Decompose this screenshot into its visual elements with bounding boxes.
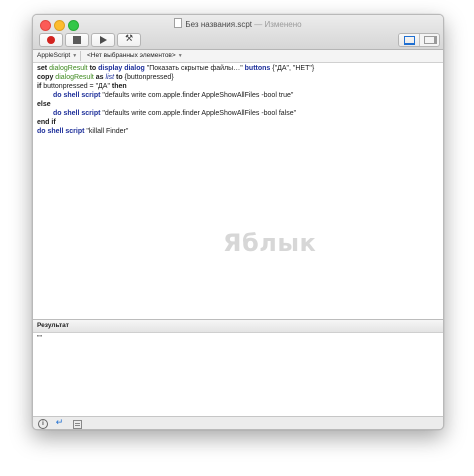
- play-icon: [100, 36, 107, 44]
- string-literal: "Показать скрытые файлы…": [146, 65, 243, 72]
- result-title: Результат: [37, 322, 69, 329]
- string-literal: "defaults write com.apple.finder AppleSh…: [102, 110, 297, 117]
- command-do-shell-script: do shell script: [37, 128, 85, 135]
- sidebar-view-button[interactable]: [420, 34, 439, 46]
- code-line-2: copy dialogResult as list to {buttonpres…: [37, 74, 174, 83]
- reply-icon[interactable]: ↵: [55, 418, 64, 427]
- string-literal: "killall Finder": [86, 128, 129, 135]
- string-literal: "defaults write com.apple.finder AppleSh…: [102, 92, 294, 99]
- variable-dialogresult: dialogResult: [55, 74, 94, 81]
- code-line-3: if buttonpressed = "ДА" then: [37, 83, 127, 92]
- navbar-divider: [80, 51, 81, 61]
- watermark-logo: Яблык: [223, 229, 317, 257]
- condition: buttonpressed = "ДА": [43, 83, 110, 90]
- keyword-end-if: end if: [37, 119, 56, 126]
- code-line-5: else: [37, 101, 51, 110]
- keyword-copy: copy: [37, 74, 54, 81]
- document-name: Без названия.scpt: [185, 20, 252, 29]
- result-value: "": [37, 335, 42, 342]
- language-label: AppleScript: [37, 52, 71, 59]
- command-display-dialog: display dialog: [98, 65, 145, 72]
- language-selector[interactable]: AppleScript ▼: [37, 52, 77, 59]
- element-selector[interactable]: <Нет выбранных элементов> ▼: [87, 52, 183, 59]
- list-literal: {"ДА", "НЕТ"}: [272, 65, 315, 72]
- result-pane-header[interactable]: Результат: [33, 319, 443, 333]
- code-line-4: do shell script "defaults write com.appl…: [53, 92, 293, 101]
- command-do-shell-script: do shell script: [53, 110, 101, 117]
- keyword-to: to: [89, 65, 97, 72]
- record-button[interactable]: [39, 33, 63, 47]
- toolbar: Без названия.scpt — Изменено ⚒: [33, 15, 443, 50]
- chevron-down-icon: ▼: [177, 53, 183, 59]
- hammer-icon: ⚒: [124, 33, 134, 43]
- keyword-if: if: [37, 83, 42, 90]
- view-toggle: [398, 33, 440, 47]
- window-title: Без названия.scpt — Изменено: [33, 18, 443, 29]
- navigation-bar: AppleScript ▼ <Нет выбранных элементов> ▼: [33, 50, 443, 63]
- keyword-set: set: [37, 65, 48, 72]
- code-line-1: set dialogResult to display dialog "Пока…: [37, 65, 314, 74]
- keyword-to: to: [116, 74, 123, 81]
- variable-dialogresult: dialogResult: [49, 65, 88, 72]
- info-icon[interactable]: i: [38, 419, 48, 429]
- document-status: Изменено: [264, 20, 302, 29]
- document-icon: [174, 18, 183, 28]
- code-line-7: end if: [37, 119, 56, 128]
- run-button[interactable]: [91, 33, 115, 47]
- stop-icon: [73, 36, 81, 44]
- stop-button[interactable]: [65, 33, 89, 47]
- code-line-8: do shell script "killall Finder": [37, 128, 128, 137]
- command-do-shell-script: do shell script: [53, 92, 101, 99]
- bottom-bar: i ↵: [33, 416, 443, 429]
- code-line-6: do shell script "defaults write com.appl…: [53, 110, 296, 119]
- editor-view-icon: [404, 36, 415, 45]
- element-label: <Нет выбранных элементов>: [87, 52, 176, 59]
- record-icon: [47, 36, 55, 44]
- keyword-else: else: [37, 101, 51, 108]
- script-editor-window: Без названия.scpt — Изменено ⚒ AppleScri…: [32, 14, 444, 430]
- target-list: {buttonpressed}: [124, 74, 174, 81]
- event-log-icon[interactable]: [73, 420, 82, 429]
- keyword-then: then: [111, 83, 127, 90]
- param-buttons: buttons: [244, 65, 271, 72]
- keyword-as: as: [95, 74, 104, 81]
- title-separator: —: [254, 20, 263, 29]
- compile-button[interactable]: ⚒: [117, 33, 141, 47]
- script-editor[interactable]: set dialogResult to display dialog "Пока…: [33, 63, 443, 319]
- sidebar-view-icon: [424, 36, 437, 44]
- editor-view-button[interactable]: [399, 34, 420, 46]
- chevron-down-icon: ▼: [72, 53, 78, 59]
- class-list: list: [105, 74, 115, 81]
- result-pane[interactable]: "": [33, 333, 443, 415]
